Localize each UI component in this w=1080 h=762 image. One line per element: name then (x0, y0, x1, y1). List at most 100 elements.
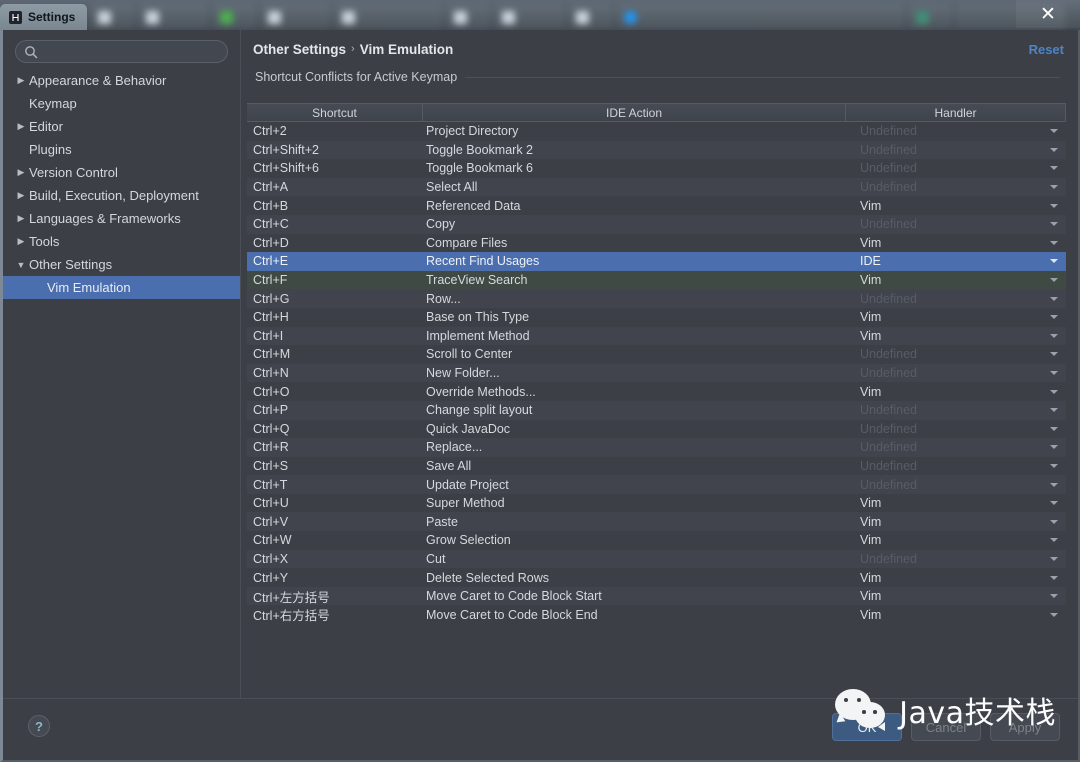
browser-tab-strip[interactable]: Settings (0, 0, 1080, 30)
table-row[interactable]: Ctrl+左方括号Move Caret to Code Block StartV… (247, 587, 1066, 606)
browser-tab-6[interactable] (445, 4, 491, 30)
chevron-right-icon[interactable]: ▶ (13, 213, 29, 224)
handler-dropdown[interactable]: Vim (846, 199, 1066, 213)
table-row[interactable]: Ctrl+SSave AllUndefined (247, 457, 1066, 476)
handler-dropdown[interactable]: Undefined (846, 347, 1066, 361)
chevron-down-icon[interactable] (1050, 408, 1058, 412)
chevron-down-icon[interactable] (1050, 352, 1058, 356)
browser-tab-10[interactable] (907, 4, 953, 30)
shortcut-conflicts-table[interactable]: ShortcutIDE ActionHandler Ctrl+2Project … (247, 103, 1066, 700)
sidebar-item-vim-emulation[interactable]: Vim Emulation (3, 276, 240, 299)
handler-dropdown[interactable]: Vim (846, 496, 1066, 510)
search-input[interactable] (42, 41, 219, 62)
table-row[interactable]: Ctrl+VPasteVim (247, 512, 1066, 531)
table-row[interactable]: Ctrl+HBase on This TypeVim (247, 308, 1066, 327)
table-row[interactable]: Ctrl+CCopyUndefined (247, 215, 1066, 234)
browser-tab-5[interactable] (333, 4, 443, 30)
sidebar-item-version-control[interactable]: ▶Version Control (3, 161, 240, 184)
column-header-shortcut[interactable]: Shortcut (247, 103, 423, 122)
chevron-down-icon[interactable] (1050, 483, 1058, 487)
chevron-down-icon[interactable]: ▼ (13, 260, 29, 270)
chevron-right-icon[interactable]: ▶ (13, 167, 29, 178)
table-row[interactable]: Ctrl+ASelect AllUndefined (247, 178, 1066, 197)
browser-tab-3[interactable] (211, 4, 257, 30)
chevron-down-icon[interactable] (1050, 390, 1058, 394)
handler-dropdown[interactable]: Vim (846, 236, 1066, 250)
handler-dropdown[interactable]: IDE (846, 254, 1066, 268)
chevron-down-icon[interactable] (1050, 129, 1058, 133)
handler-dropdown[interactable]: Undefined (846, 143, 1066, 157)
chevron-down-icon[interactable] (1050, 222, 1058, 226)
apply-button[interactable]: Apply (990, 713, 1060, 741)
handler-dropdown[interactable]: Vim (846, 329, 1066, 343)
browser-tab-9[interactable] (615, 4, 905, 30)
sidebar-item-other-settings[interactable]: ▼Other Settings (3, 253, 240, 276)
reset-link[interactable]: Reset (1029, 42, 1064, 57)
chevron-down-icon[interactable] (1050, 334, 1058, 338)
close-icon[interactable]: ✕ (1016, 0, 1080, 28)
handler-dropdown[interactable]: Undefined (846, 459, 1066, 473)
table-row[interactable]: Ctrl+MScroll to CenterUndefined (247, 345, 1066, 364)
table-row[interactable]: Ctrl+ERecent Find UsagesIDE (247, 252, 1066, 271)
chevron-down-icon[interactable] (1050, 204, 1058, 208)
handler-dropdown[interactable]: Undefined (846, 478, 1066, 492)
chevron-down-icon[interactable] (1050, 185, 1058, 189)
chevron-down-icon[interactable] (1050, 259, 1058, 263)
handler-dropdown[interactable]: Undefined (846, 124, 1066, 138)
table-body[interactable]: Ctrl+2Project DirectoryUndefinedCtrl+Shi… (247, 122, 1066, 624)
browser-tab-2[interactable] (137, 4, 209, 30)
chevron-down-icon[interactable] (1050, 520, 1058, 524)
handler-dropdown[interactable]: Undefined (846, 552, 1066, 566)
table-row[interactable]: Ctrl+WGrow SelectionVim (247, 531, 1066, 550)
handler-dropdown[interactable]: Vim (846, 608, 1066, 622)
browser-tab-8[interactable] (567, 4, 613, 30)
chevron-down-icon[interactable] (1050, 427, 1058, 431)
handler-dropdown[interactable]: Vim (846, 273, 1066, 287)
ok-button[interactable]: OK (832, 713, 902, 741)
column-header-handler[interactable]: Handler (846, 103, 1066, 122)
table-row[interactable]: Ctrl+NNew Folder...Undefined (247, 364, 1066, 383)
window-tab-settings[interactable]: Settings (0, 4, 87, 30)
table-row[interactable]: Ctrl+XCutUndefined (247, 550, 1066, 569)
handler-dropdown[interactable]: Vim (846, 589, 1066, 603)
browser-tab-7[interactable] (493, 4, 565, 30)
table-row[interactable]: Ctrl+Shift+6Toggle Bookmark 6Undefined (247, 159, 1066, 178)
sidebar-item-build-execution-deployment[interactable]: ▶Build, Execution, Deployment (3, 184, 240, 207)
chevron-down-icon[interactable] (1050, 241, 1058, 245)
sidebar-item-languages-frameworks[interactable]: ▶Languages & Frameworks (3, 207, 240, 230)
chevron-down-icon[interactable] (1050, 613, 1058, 617)
table-row[interactable]: Ctrl+IImplement MethodVim (247, 327, 1066, 346)
handler-dropdown[interactable]: Vim (846, 515, 1066, 529)
handler-dropdown[interactable]: Undefined (846, 403, 1066, 417)
browser-tab-1[interactable] (89, 4, 135, 30)
handler-dropdown[interactable]: Undefined (846, 180, 1066, 194)
handler-dropdown[interactable]: Undefined (846, 366, 1066, 380)
chevron-down-icon[interactable] (1050, 166, 1058, 170)
browser-tab-4[interactable] (259, 4, 331, 30)
handler-dropdown[interactable]: Vim (846, 385, 1066, 399)
settings-tree[interactable]: ▶Appearance & BehaviorKeymap▶EditorPlugi… (3, 69, 240, 299)
table-row[interactable]: Ctrl+RReplace...Undefined (247, 438, 1066, 457)
handler-dropdown[interactable]: Vim (846, 533, 1066, 547)
chevron-down-icon[interactable] (1050, 148, 1058, 152)
table-row[interactable]: Ctrl+USuper MethodVim (247, 494, 1066, 513)
help-icon[interactable]: ? (28, 715, 50, 737)
sidebar-item-appearance-behavior[interactable]: ▶Appearance & Behavior (3, 69, 240, 92)
table-header-row[interactable]: ShortcutIDE ActionHandler (247, 103, 1066, 122)
chevron-down-icon[interactable] (1050, 464, 1058, 468)
chevron-down-icon[interactable] (1050, 501, 1058, 505)
table-row[interactable]: Ctrl+QQuick JavaDocUndefined (247, 420, 1066, 439)
handler-dropdown[interactable]: Undefined (846, 161, 1066, 175)
chevron-right-icon[interactable]: ▶ (13, 236, 29, 247)
sidebar-item-editor[interactable]: ▶Editor (3, 115, 240, 138)
handler-dropdown[interactable]: Undefined (846, 217, 1066, 231)
table-row[interactable]: Ctrl+BReferenced DataVim (247, 196, 1066, 215)
table-row[interactable]: Ctrl+FTraceView SearchVim (247, 271, 1066, 290)
table-row[interactable]: Ctrl+GRow...Undefined (247, 289, 1066, 308)
chevron-down-icon[interactable] (1050, 297, 1058, 301)
handler-dropdown[interactable]: Undefined (846, 440, 1066, 454)
search-box[interactable] (15, 40, 228, 63)
table-row[interactable]: Ctrl+OOverride Methods...Vim (247, 382, 1066, 401)
chevron-down-icon[interactable] (1050, 445, 1058, 449)
breadcrumb-root[interactable]: Other Settings (253, 42, 346, 57)
